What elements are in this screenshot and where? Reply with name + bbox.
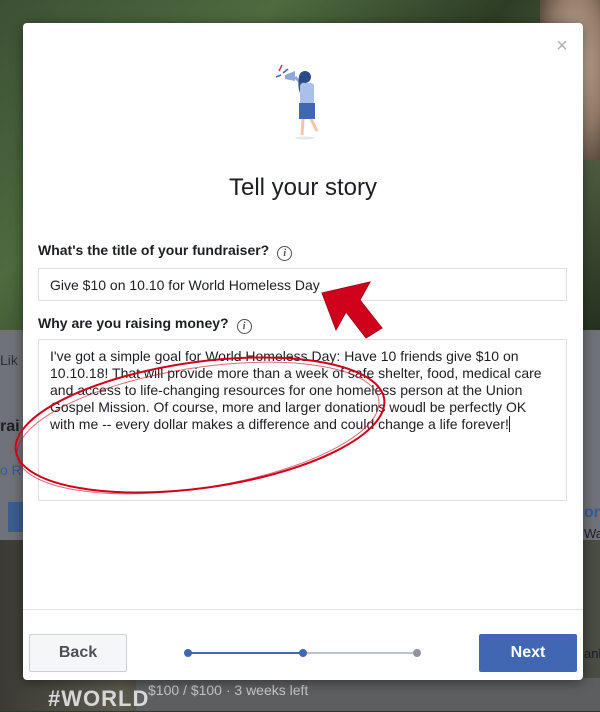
step-progress [184,649,421,657]
reason-label: Why are you raising money? i [38,315,252,334]
back-button[interactable]: Back [29,634,127,672]
footer-divider [23,609,583,610]
bg-raised-label: rai [0,418,20,435]
step-dot-3 [413,649,421,657]
tell-your-story-dialog: × Tell your story What's the title of yo… [23,23,583,680]
text-caret [508,416,510,432]
step-dot-2 [299,649,307,657]
reason-label-text: Why are you raising money? [38,315,229,331]
info-icon[interactable]: i [277,246,293,261]
woman-with-megaphone-icon [275,64,319,140]
bg-thumb [8,502,24,532]
fundraiser-title-label: What's the title of your fundraiser? i [38,242,293,261]
dialog-title: Tell your story [228,174,378,201]
fundraiser-title-label-text: What's the title of your fundraiser? [38,242,270,258]
step-dot-1 [184,649,192,657]
bg-progress-text: $100 / $100 · 3 weeks left [148,682,309,698]
bg-right-sub: Wal [584,526,600,541]
bg-right-sub-2: anl [584,646,600,661]
close-icon[interactable]: × [553,36,571,56]
bg-like-label: Lik [0,352,18,368]
reason-text: I've got a simple goal for World Homeles… [50,348,546,432]
bg-banner-text: #WORLD [48,686,150,711]
bg-right-label: on [584,504,600,521]
fundraiser-title-input[interactable]: Give $10 on 10.10 for World Homeless Day [38,268,567,301]
reason-textarea[interactable]: I've got a simple goal for World Homeles… [38,339,567,501]
info-icon[interactable]: i [236,319,252,334]
next-button[interactable]: Next [479,634,577,672]
